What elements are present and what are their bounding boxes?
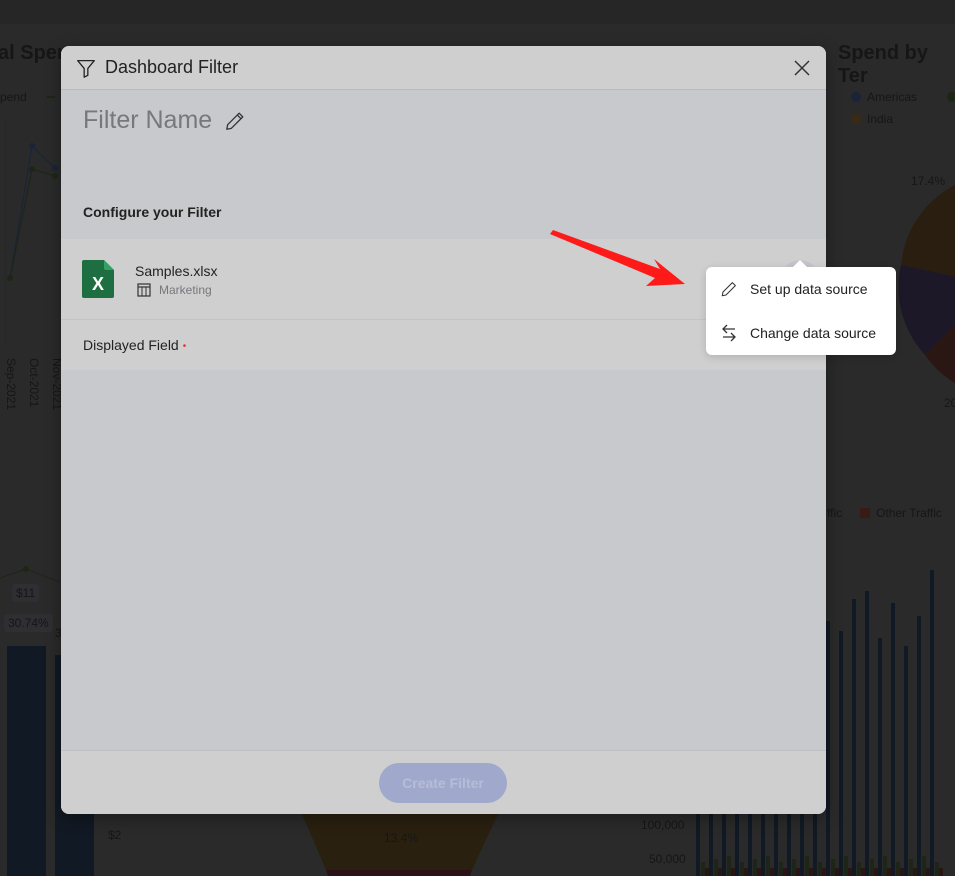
series-line-blue <box>9 144 56 279</box>
dashboard-filter-dialog: Dashboard Filter Filter Name Configure y… <box>61 46 826 814</box>
filter-icon <box>77 59 95 78</box>
data-point <box>29 143 35 149</box>
pie-legend-item: Americas <box>851 90 955 104</box>
legend-label: ffic <box>827 506 843 520</box>
legend-line <box>46 96 55 98</box>
funnel-label: 13.4% <box>384 831 419 845</box>
legend-swatch <box>860 508 871 518</box>
legend-label: Other Traffic <box>876 506 942 520</box>
column-bar <box>852 599 856 876</box>
menu-item-label: Change data source <box>750 325 877 341</box>
pencil-icon[interactable] <box>224 110 246 132</box>
swap-arrows-icon <box>719 323 739 343</box>
funnel-segment <box>326 870 472 876</box>
menu-item-change-data-source[interactable]: Change data source <box>706 313 896 353</box>
legend-label: Americas <box>867 90 918 104</box>
pie-chart <box>898 185 955 383</box>
legend-dot <box>851 92 861 102</box>
column-bar <box>891 603 895 876</box>
data-point <box>7 275 13 281</box>
legend-label: India <box>867 112 894 126</box>
column-bar <box>826 621 830 876</box>
pie-legend-item: India <box>851 112 893 126</box>
dialog-footer: Create Filter <box>61 750 826 814</box>
column-bar <box>878 638 882 876</box>
create-filter-button[interactable]: Create Filter <box>379 763 507 803</box>
data-point <box>52 165 58 171</box>
right-chart-title: Spend by Ter <box>838 42 929 87</box>
column-legend: ffic Other Traffic <box>827 506 942 520</box>
x-tick-label: Oct-2021 <box>27 358 41 408</box>
column-bar <box>917 616 921 876</box>
close-icon <box>794 60 810 76</box>
bar <box>7 646 46 876</box>
series-line-green <box>9 168 56 279</box>
legend-dot <box>851 114 861 124</box>
data-point <box>23 566 29 572</box>
menu-item-label: Set up data source <box>750 281 868 297</box>
column-bar <box>839 631 843 876</box>
x-tick-label: Sep-2021 <box>4 358 18 411</box>
pie-slice-label: 20 <box>944 396 955 410</box>
column-bar <box>939 868 943 876</box>
dashboard-topbar <box>0 0 955 24</box>
excel-file-icon: X <box>82 260 114 298</box>
close-button[interactable] <box>792 58 812 78</box>
y-tick-label: 50,000 <box>649 852 686 866</box>
left-line-chart <box>4 120 58 345</box>
legend-dot <box>947 92 955 102</box>
required-marker: • <box>182 341 187 352</box>
value-label: $11 <box>12 584 40 602</box>
menu-item-set-up-data-source[interactable]: Set up data source <box>706 269 896 309</box>
column-bar <box>865 591 869 876</box>
legend-label: pend <box>0 90 27 104</box>
sheet-name: Marketing <box>159 283 212 297</box>
data-point <box>29 166 35 172</box>
data-source-context-menu: Set up data source Change data source <box>706 260 896 355</box>
dialog-body: Filter Name Configure your Filter X Samp… <box>61 90 826 750</box>
filter-name-title[interactable]: Filter Name <box>83 106 212 135</box>
percent-label: 30.74% <box>4 614 53 632</box>
data-source-sheet: Marketing <box>137 283 212 297</box>
filter-name-row[interactable]: Filter Name <box>83 106 246 135</box>
left-chart-title: al Spen <box>0 42 70 64</box>
y-tick-label: 100,000 <box>641 818 685 832</box>
dialog-header: Dashboard Filter <box>61 46 826 90</box>
table-icon <box>137 283 151 297</box>
pencil-icon <box>719 279 739 299</box>
displayed-field-text: Displayed Field <box>83 337 179 353</box>
svg-text:X: X <box>92 274 104 294</box>
column-bar <box>930 570 934 876</box>
configure-label: Configure your Filter <box>83 204 222 220</box>
data-point <box>52 173 58 179</box>
y-tick-label: $2 <box>108 828 122 842</box>
displayed-field-label: Displayed Field • <box>83 337 186 353</box>
dialog-title: Dashboard Filter <box>105 57 239 77</box>
funnel-chart <box>302 814 498 876</box>
left-chart-legend: pend <box>0 90 55 104</box>
data-source-file-name: Samples.xlsx <box>135 263 218 279</box>
column-bar <box>904 646 908 876</box>
